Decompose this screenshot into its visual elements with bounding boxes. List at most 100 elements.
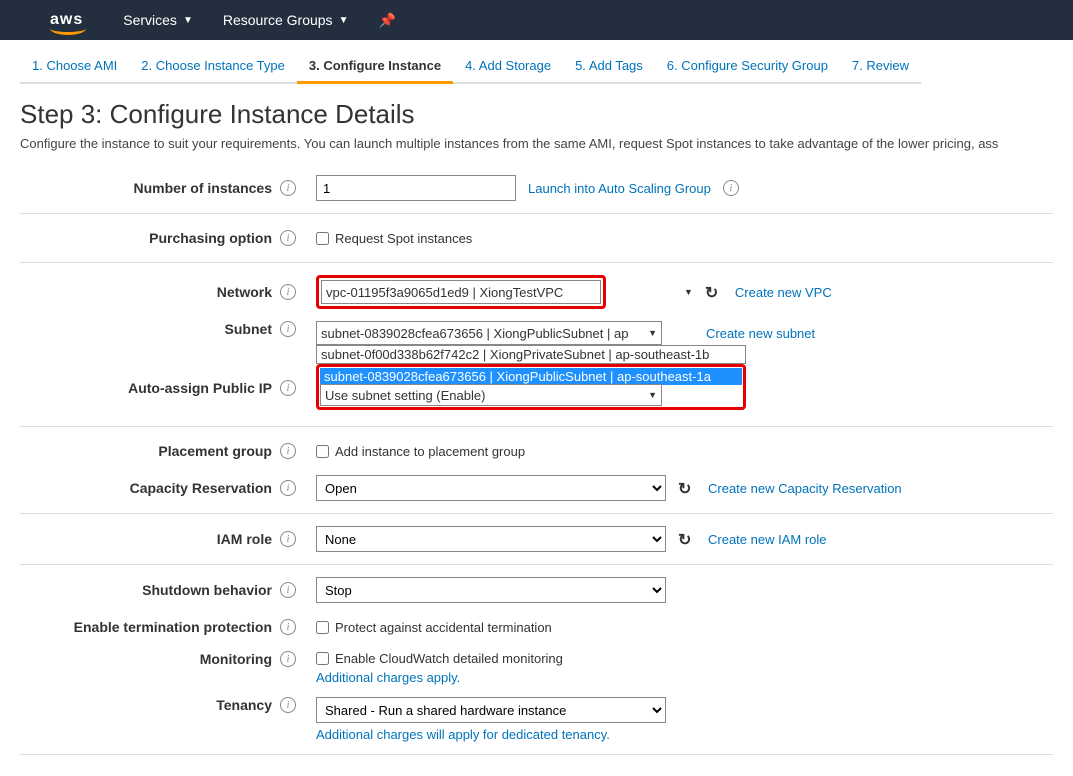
iam-select[interactable]: None [316, 526, 666, 552]
create-subnet-link[interactable]: Create new subnet [706, 326, 815, 341]
aws-logo[interactable]: aws [50, 11, 83, 29]
term-protect-text: Protect against accidental termination [335, 620, 552, 635]
capacity-select[interactable]: Open [316, 475, 666, 501]
create-iam-link[interactable]: Create new IAM role [708, 532, 827, 547]
row-purchasing: Purchasing option i Request Spot instanc… [20, 220, 1053, 256]
placement-cb-text: Add instance to placement group [335, 444, 525, 459]
info-icon[interactable]: i [280, 321, 296, 337]
label-placement: Placement group [20, 443, 280, 459]
separator [20, 754, 1053, 755]
info-icon[interactable]: i [280, 619, 296, 635]
services-label: Services [123, 12, 177, 28]
pin-icon[interactable]: 📌 [378, 12, 395, 29]
label-iam: IAM role [20, 531, 280, 547]
step-review[interactable]: 7. Review [840, 50, 921, 84]
auto-ip-value: Use subnet setting (Enable) [325, 388, 485, 403]
dropdown-arrow-icon: ▼ [684, 287, 693, 297]
separator [20, 426, 1053, 427]
separator [20, 213, 1053, 214]
page-title: Step 3: Configure Instance Details [20, 99, 1053, 130]
refresh-icon[interactable]: ↻ [678, 530, 696, 548]
info-icon[interactable]: i [280, 380, 296, 396]
row-tenancy: Tenancy i Shared - Run a shared hardware… [20, 691, 1053, 748]
step-add-tags[interactable]: 5. Add Tags [563, 50, 655, 84]
row-iam: IAM role i None ↻ Create new IAM role [20, 520, 1053, 558]
monitoring-text: Enable CloudWatch detailed monitoring [335, 651, 563, 666]
subnet-option[interactable]: subnet-0f00d338b62f742c2 | XiongPrivateS… [316, 345, 746, 364]
info-icon[interactable]: i [280, 582, 296, 598]
label-num-instances: Number of instances [20, 180, 280, 196]
spot-label-text: Request Spot instances [335, 231, 472, 246]
term-protect-checkbox-label[interactable]: Protect against accidental termination [316, 620, 552, 635]
separator [20, 262, 1053, 263]
step-security-group[interactable]: 6. Configure Security Group [655, 50, 840, 84]
separator [20, 564, 1053, 565]
monitoring-charges-link[interactable]: Additional charges apply. [316, 670, 460, 685]
step-add-storage[interactable]: 4. Add Storage [453, 50, 563, 84]
label-auto-ip: Auto-assign Public IP [20, 380, 280, 396]
subnet-selected-value: subnet-0839028cfea673656 | XiongPublicSu… [321, 326, 628, 341]
step-choose-type[interactable]: 2. Choose Instance Type [129, 50, 297, 84]
shutdown-select[interactable]: Stop [316, 577, 666, 603]
label-term-protect: Enable termination protection [20, 619, 280, 635]
subnet-option-highlighted[interactable]: subnet-0839028cfea673656 | XiongPublicSu… [320, 368, 742, 385]
highlight-box: subnet-0839028cfea673656 | XiongPublicSu… [316, 364, 746, 410]
separator [20, 513, 1053, 514]
label-monitoring: Monitoring [20, 651, 280, 667]
subnet-dropdown: subnet-0f00d338b62f742c2 | XiongPrivateS… [316, 345, 746, 410]
network-select[interactable]: vpc-01195f3a9065d1ed9 | XiongTestVPC [321, 280, 601, 304]
row-num-instances: Number of instances i Launch into Auto S… [20, 169, 1053, 207]
create-vpc-link[interactable]: Create new VPC [735, 285, 832, 300]
row-network: Network i vpc-01195f3a9065d1ed9 | XiongT… [20, 269, 1053, 315]
wizard-steps: 1. Choose AMI 2. Choose Instance Type 3.… [0, 40, 1073, 84]
label-shutdown: Shutdown behavior [20, 582, 280, 598]
step-choose-ami[interactable]: 1. Choose AMI [20, 50, 129, 84]
label-tenancy: Tenancy [20, 697, 280, 713]
resource-groups-label: Resource Groups [223, 12, 333, 28]
tenancy-charges-link[interactable]: Additional charges will apply for dedica… [316, 727, 610, 742]
term-protect-checkbox[interactable] [316, 621, 329, 634]
info-icon[interactable]: i [280, 443, 296, 459]
subnet-select[interactable]: subnet-0839028cfea673656 | XiongPublicSu… [316, 321, 662, 345]
row-shutdown: Shutdown behavior i Stop [20, 571, 1053, 609]
placement-checkbox-label[interactable]: Add instance to placement group [316, 444, 525, 459]
row-monitoring: Monitoring i Enable CloudWatch detailed … [20, 645, 1053, 691]
label-subnet: Subnet [20, 321, 280, 337]
monitoring-checkbox[interactable] [316, 652, 329, 665]
row-placement: Placement group i Add instance to placem… [20, 433, 1053, 469]
label-capacity: Capacity Reservation [20, 480, 280, 496]
refresh-icon[interactable]: ↻ [705, 283, 723, 301]
network-value: vpc-01195f3a9065d1ed9 | XiongTestVPC [326, 285, 563, 300]
info-icon[interactable]: i [280, 531, 296, 547]
resource-groups-menu[interactable]: Resource Groups ▼ [223, 12, 349, 28]
topbar: aws Services ▼ Resource Groups ▼ 📌 [0, 0, 1073, 40]
info-icon[interactable]: i [280, 230, 296, 246]
content: Step 3: Configure Instance Details Confi… [0, 84, 1073, 776]
placement-checkbox[interactable] [316, 445, 329, 458]
caret-down-icon: ▼ [183, 15, 193, 26]
services-menu[interactable]: Services ▼ [123, 12, 193, 28]
info-icon[interactable]: i [280, 480, 296, 496]
launch-asg-link[interactable]: Launch into Auto Scaling Group [528, 181, 711, 196]
num-instances-input[interactable] [316, 175, 516, 201]
info-icon[interactable]: i [280, 651, 296, 667]
info-icon[interactable]: i [280, 697, 296, 713]
step-configure-instance[interactable]: 3. Configure Instance [297, 50, 453, 84]
create-capacity-link[interactable]: Create new Capacity Reservation [708, 481, 902, 496]
info-icon[interactable]: i [280, 180, 296, 196]
auto-ip-select[interactable]: Use subnet setting (Enable) ▼ [320, 384, 662, 406]
label-purchasing: Purchasing option [20, 230, 280, 246]
row-term-protect: Enable termination protection i Protect … [20, 609, 1053, 645]
row-capacity: Capacity Reservation i Open ↻ Create new… [20, 469, 1053, 507]
tenancy-select[interactable]: Shared - Run a shared hardware instance [316, 697, 666, 723]
info-icon[interactable]: i [723, 180, 739, 196]
spot-checkbox[interactable] [316, 232, 329, 245]
highlight-box: vpc-01195f3a9065d1ed9 | XiongTestVPC [316, 275, 606, 309]
spot-checkbox-label[interactable]: Request Spot instances [316, 231, 472, 246]
monitoring-checkbox-label[interactable]: Enable CloudWatch detailed monitoring [316, 651, 563, 666]
dropdown-arrow-icon: ▼ [648, 328, 657, 338]
info-icon[interactable]: i [280, 284, 296, 300]
caret-down-icon: ▼ [339, 15, 349, 26]
dropdown-arrow-icon: ▼ [648, 390, 657, 400]
refresh-icon[interactable]: ↻ [678, 479, 696, 497]
